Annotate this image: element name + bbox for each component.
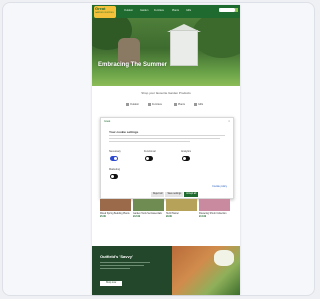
chip-label: Plants (178, 103, 185, 107)
hero-banner[interactable]: Embracing The Summer (92, 18, 240, 86)
nav-item-plants[interactable]: Plants (172, 9, 179, 12)
category-icon (148, 103, 151, 106)
toggle-knob (114, 157, 117, 160)
product-price: £14.99 (199, 216, 207, 218)
toggle-functional[interactable] (145, 156, 153, 161)
dialog-brand: Great (104, 120, 111, 123)
category-label-functional: Functional (144, 150, 156, 153)
reject-all-button[interactable]: Reject all (151, 192, 165, 197)
product-image (133, 199, 164, 211)
chip-label: Gifts (198, 103, 204, 107)
product-image (166, 199, 197, 211)
dialog-description (109, 135, 225, 145)
nav-item-outdoor[interactable]: Outdoor (124, 9, 133, 12)
chip-furniture[interactable]: Furniture (148, 103, 162, 106)
chip-label: Outdoor (130, 103, 140, 107)
cookie-policy-link[interactable]: Cookie policy (212, 185, 227, 188)
toggle-knob (111, 175, 114, 178)
product-card[interactable]: Mixed Spring Bedding Plants £5.99 (100, 199, 131, 218)
toggle-knob (146, 157, 149, 160)
category-label-marketing: Marketing (109, 168, 120, 171)
category-label-necessary: Necessary (109, 150, 121, 153)
category-label-analytics: Analytics (181, 150, 192, 153)
toggle-necessary[interactable] (110, 156, 118, 161)
logo-subtext: GARDEN CENTRES (95, 12, 114, 14)
category-icon (174, 103, 177, 106)
accept-all-button[interactable]: Accept all (184, 192, 199, 197)
save-settings-button[interactable]: Save settings (165, 192, 184, 197)
search-icon[interactable] (235, 8, 238, 12)
chip-label: Furniture (152, 103, 163, 107)
chip-gifts[interactable]: Gifts (194, 103, 203, 106)
top-navigation: Great GARDEN CENTRES Outdoor Garden Furn… (92, 5, 240, 18)
category-icon (194, 103, 197, 106)
product-image (199, 199, 230, 211)
webpage-screenshot: Great GARDEN CENTRES Outdoor Garden Furn… (92, 5, 240, 295)
promo-description (100, 262, 150, 271)
dialog-buttons: Reject all Save settings Accept all (151, 192, 199, 197)
logo-text: Great (95, 6, 106, 11)
cookie-settings-dialog: Great × Your cookie settings Necessary F… (100, 117, 234, 199)
product-card[interactable]: Herb Planter £8.99 (166, 199, 197, 218)
promo-shop-button[interactable]: Shop now (100, 281, 122, 286)
product-price: £8.99 (166, 216, 172, 218)
product-card[interactable]: Garden Tools Set Essentials £12.99 (133, 199, 164, 218)
chip-plants[interactable]: Plants (174, 103, 185, 106)
intro-section: Shop your favourite Garden Products Outd… (92, 86, 240, 116)
category-icon (126, 103, 129, 106)
gazebo-image (170, 30, 198, 66)
close-icon[interactable]: × (228, 119, 230, 123)
dialog-title: Your cookie settings (109, 130, 139, 134)
promo-banner: Outfield's 'Savvy' Shop now (92, 246, 240, 295)
product-price: £5.99 (100, 216, 106, 218)
product-image (100, 199, 131, 211)
promo-title: Outfield's 'Savvy' (100, 254, 133, 259)
nav-item-furniture[interactable]: Furniture (154, 9, 164, 12)
nav-item-gifts[interactable]: Gifts (186, 9, 191, 12)
product-grid: Mixed Spring Bedding Plants £5.99 Garden… (100, 199, 232, 233)
chip-outdoor[interactable]: Outdoor (126, 103, 139, 106)
product-card[interactable]: Flowering Shrub Collection £14.99 (199, 199, 230, 218)
product-price: £12.99 (133, 216, 141, 218)
intro-title: Shop your favourite Garden Products (141, 91, 191, 95)
toggle-analytics[interactable] (182, 156, 190, 161)
couple-image (118, 38, 140, 64)
toggle-marketing[interactable] (110, 174, 118, 179)
promo-image (172, 246, 240, 295)
logo[interactable]: Great GARDEN CENTRES (94, 6, 116, 18)
toggle-knob (183, 157, 186, 160)
hero-title: Embracing The Summer (98, 62, 168, 68)
flower-image (214, 250, 234, 266)
search-input[interactable] (219, 8, 235, 12)
nav-item-garden[interactable]: Garden (140, 9, 148, 12)
